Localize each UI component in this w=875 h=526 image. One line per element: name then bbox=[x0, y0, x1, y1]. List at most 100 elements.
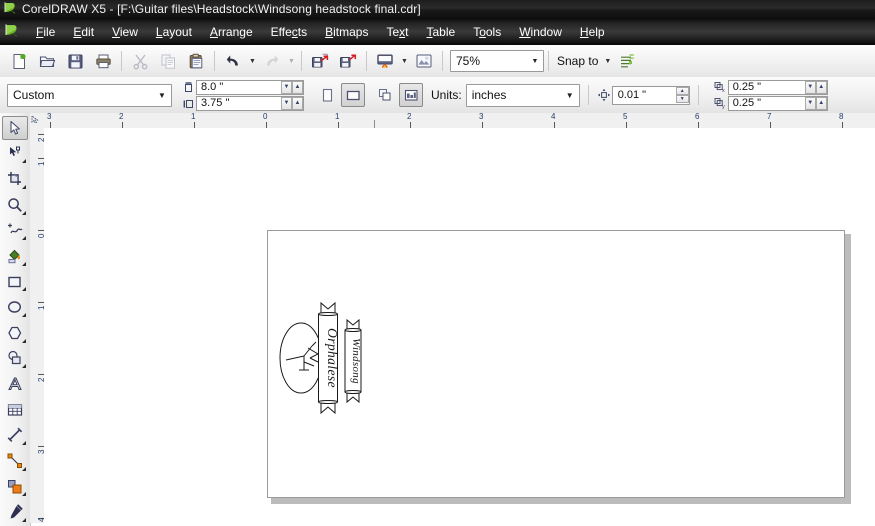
print-button[interactable] bbox=[89, 47, 117, 75]
nudge-offset-spinner[interactable]: 0.01 " ▲ ▼ bbox=[611, 85, 690, 105]
flyout-arrow-icon[interactable] bbox=[22, 210, 26, 215]
svg-text:y: y bbox=[722, 104, 725, 109]
duplicate-x-up-button[interactable]: ▲ bbox=[815, 80, 827, 94]
menu-item-view[interactable]: View bbox=[103, 22, 147, 42]
headstock-artwork[interactable]: Orphalese Windsong bbox=[274, 298, 384, 421]
ruler-label-h: 5 bbox=[623, 113, 628, 121]
import-button[interactable] bbox=[306, 47, 334, 75]
chevron-down-icon[interactable]: ▼ bbox=[153, 91, 171, 100]
rectangle-tool[interactable] bbox=[2, 270, 28, 294]
dimension-tool[interactable] bbox=[2, 424, 28, 448]
menu-item-bitmaps[interactable]: Bitmaps bbox=[316, 22, 377, 42]
portrait-orientation-button[interactable] bbox=[315, 83, 339, 107]
landscape-orientation-button[interactable] bbox=[341, 83, 365, 107]
flyout-arrow-icon[interactable] bbox=[22, 364, 26, 369]
publish-to-pdf-button[interactable] bbox=[371, 47, 399, 75]
nudge-offset-up-button[interactable]: ▲ bbox=[675, 87, 689, 95]
menu-coreldraw-logo-icon[interactable] bbox=[4, 23, 19, 41]
options-icon[interactable] bbox=[613, 47, 641, 75]
blend-tool[interactable] bbox=[2, 475, 28, 499]
snap-to-dropdown-arrow[interactable]: ▼ bbox=[602, 49, 613, 73]
nudge-offset-down-button[interactable]: ▼ bbox=[675, 95, 689, 103]
current-page-only-button[interactable] bbox=[399, 83, 423, 107]
all-pages-button[interactable] bbox=[373, 83, 397, 107]
basic-shapes-tool[interactable] bbox=[2, 347, 28, 371]
table-tool[interactable] bbox=[2, 398, 28, 422]
page-dimensions-group: 8.0 " ▼ ▲ 3.75 " ▼ ▲ bbox=[181, 79, 304, 111]
open-document-button[interactable] bbox=[33, 47, 61, 75]
page-width-value: 8.0 " bbox=[201, 81, 224, 93]
menu-item-tools[interactable]: Tools bbox=[464, 22, 510, 42]
page-height-value: 3.75 " bbox=[201, 97, 230, 109]
page-width-up-button[interactable]: ▲ bbox=[292, 80, 303, 94]
redo-dropdown-arrow[interactable]: ▼ bbox=[286, 49, 297, 73]
flyout-arrow-icon[interactable] bbox=[22, 287, 26, 292]
toolbar-separator bbox=[301, 51, 302, 71]
flyout-arrow-icon[interactable] bbox=[22, 338, 26, 343]
menu-item-window[interactable]: Window bbox=[510, 22, 571, 42]
paste-button[interactable] bbox=[182, 47, 210, 75]
page-height-down-button[interactable]: ▼ bbox=[281, 96, 292, 110]
application-launcher-button[interactable] bbox=[410, 47, 438, 75]
zoom-level-combobox[interactable]: 75% ▼ bbox=[450, 50, 544, 72]
duplicate-y-up-button[interactable]: ▲ bbox=[815, 96, 827, 110]
eyedropper-tool[interactable] bbox=[2, 500, 28, 524]
undo-dropdown-arrow[interactable]: ▼ bbox=[247, 49, 258, 73]
new-document-button[interactable] bbox=[5, 47, 33, 75]
duplicate-y-spinner[interactable]: 0.25 " ▼ ▲ bbox=[727, 95, 828, 111]
page-width-down-button[interactable]: ▼ bbox=[281, 80, 292, 94]
flyout-arrow-icon[interactable] bbox=[22, 518, 26, 522]
smart-fill-tool[interactable] bbox=[2, 244, 28, 268]
save-document-button[interactable] bbox=[61, 47, 89, 75]
cut-button[interactable] bbox=[126, 47, 154, 75]
shape-tool[interactable] bbox=[2, 142, 28, 166]
snap-to-button[interactable]: Snap to bbox=[553, 54, 602, 68]
freehand-tool[interactable] bbox=[2, 219, 28, 243]
copy-button[interactable] bbox=[154, 47, 182, 75]
flyout-arrow-icon[interactable] bbox=[22, 492, 26, 497]
nudge-offset-value: 0.01 " bbox=[617, 89, 647, 101]
vertical-ruler[interactable]: 2 1 0 1 2 3 4 bbox=[30, 128, 45, 523]
units-combobox[interactable]: inches ▼ bbox=[465, 83, 580, 107]
pick-tool[interactable] bbox=[2, 116, 28, 140]
page-height-spinner[interactable]: 3.75 " ▼ ▲ bbox=[196, 95, 304, 111]
page-height-up-button[interactable]: ▲ bbox=[292, 96, 303, 110]
menu-item-table[interactable]: Table bbox=[418, 22, 465, 42]
chevron-down-icon[interactable]: ▼ bbox=[527, 52, 543, 70]
menu-item-file[interactable]: File bbox=[27, 22, 64, 42]
menu-item-help[interactable]: Help bbox=[571, 22, 614, 42]
paper-type-combobox[interactable]: Custom ▼ bbox=[7, 83, 172, 107]
page-width-spinner[interactable]: 8.0 " ▼ ▲ bbox=[196, 79, 304, 95]
flyout-arrow-icon[interactable] bbox=[22, 159, 26, 164]
flyout-arrow-icon[interactable] bbox=[22, 236, 26, 241]
flyout-arrow-icon[interactable] bbox=[22, 184, 26, 189]
flyout-arrow-icon[interactable] bbox=[22, 466, 26, 471]
menu-item-arrange[interactable]: Arrange bbox=[201, 22, 262, 42]
duplicate-y-down-button[interactable]: ▼ bbox=[804, 96, 816, 110]
export-button[interactable] bbox=[334, 47, 362, 75]
polygon-tool[interactable] bbox=[2, 321, 28, 345]
flyout-arrow-icon[interactable] bbox=[22, 441, 26, 446]
menu-item-edit[interactable]: Edit bbox=[64, 22, 103, 42]
connector-tool[interactable] bbox=[2, 449, 28, 473]
drawing-canvas[interactable]: Orphalese Windsong bbox=[44, 128, 875, 523]
duplicate-x-spinner[interactable]: 0.25 " ▼ ▲ bbox=[727, 79, 828, 95]
duplicate-distance-x-icon: x bbox=[713, 81, 728, 93]
undo-button[interactable] bbox=[219, 47, 247, 75]
horizontal-ruler[interactable]: 3 2 1 0 1 2 3 4 5 6 7 8 bbox=[44, 113, 875, 129]
duplicate-x-down-button[interactable]: ▼ bbox=[804, 80, 816, 94]
menu-item-effects[interactable]: Effects bbox=[262, 22, 316, 42]
menu-item-text[interactable]: Text bbox=[377, 22, 417, 42]
text-tool[interactable] bbox=[2, 372, 28, 396]
zoom-tool[interactable] bbox=[2, 193, 28, 217]
redo-button[interactable] bbox=[258, 47, 286, 75]
crop-tool[interactable] bbox=[2, 167, 28, 191]
flyout-arrow-icon[interactable] bbox=[22, 313, 26, 317]
ellipse-tool[interactable] bbox=[2, 295, 28, 319]
chevron-down-icon[interactable]: ▼ bbox=[561, 91, 579, 100]
window-title: CorelDRAW X5 - [F:\Guitar files\Headstoc… bbox=[22, 2, 421, 16]
menu-item-layout[interactable]: Layout bbox=[147, 22, 201, 42]
flyout-arrow-icon[interactable] bbox=[22, 261, 26, 266]
ruler-origin-widget[interactable] bbox=[30, 113, 45, 129]
publish-dropdown-arrow[interactable]: ▼ bbox=[399, 49, 410, 73]
